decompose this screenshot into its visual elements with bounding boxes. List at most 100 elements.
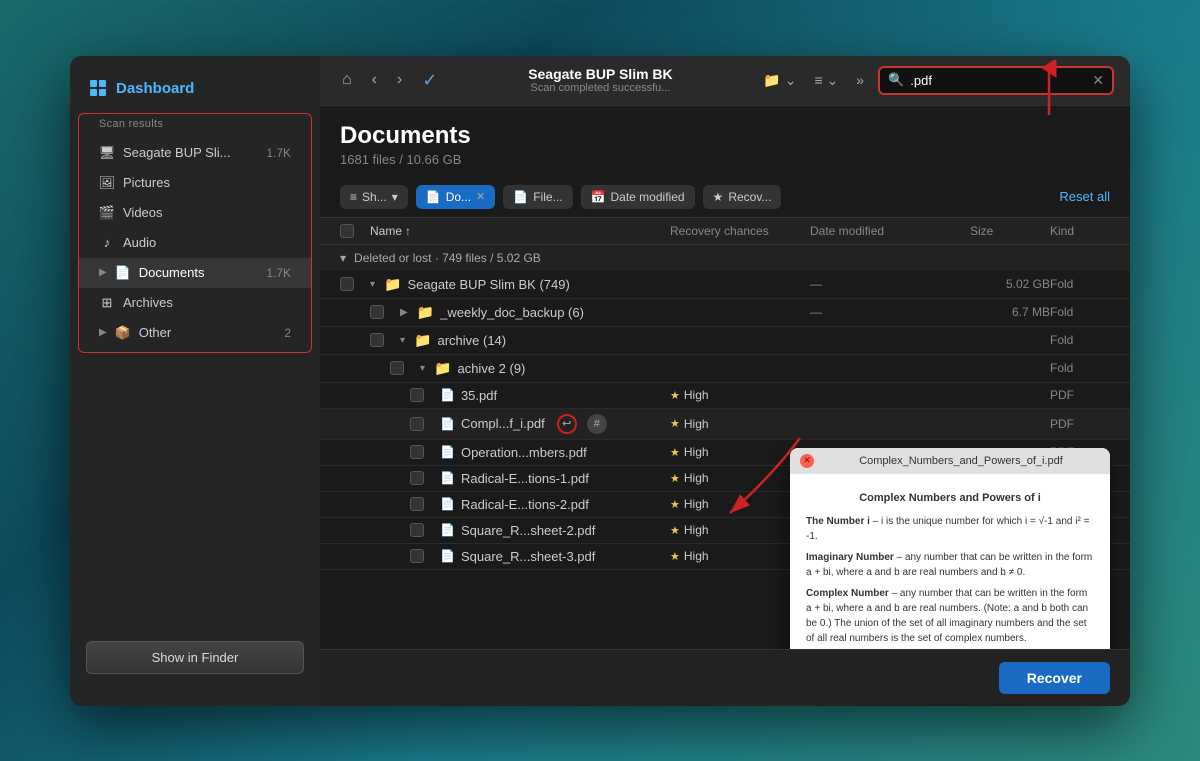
date-filter-button[interactable]: 📅 Date modified	[581, 185, 695, 209]
row-kind: Fold	[1050, 333, 1110, 347]
documents-filter-icon: 📄	[426, 190, 441, 204]
content-title: Documents	[340, 122, 1110, 150]
row-checkbox[interactable]	[370, 333, 384, 347]
header-checkbox[interactable]	[340, 224, 354, 238]
documents-filter-button[interactable]: 📄 Do... ✕	[416, 185, 496, 209]
sort-arrow: ↑	[405, 224, 411, 238]
hash-button[interactable]: #	[587, 414, 607, 434]
sidebar-item-videos[interactable]: 🎬 Videos	[79, 198, 311, 228]
table-row[interactable]: ▾ 📁 Seagate BUP Slim BK (749) — 5.02 GB …	[320, 271, 1130, 299]
dashboard-icon	[90, 80, 106, 96]
preview-p3: Complex Number – any number that can be …	[806, 586, 1094, 646]
col-chances[interactable]: Recovery chances	[670, 224, 810, 238]
row-name: 📄 Radical-E...tions-2.pdf	[440, 497, 670, 512]
star-icon: ★	[670, 472, 680, 485]
row-checkbox[interactable]	[390, 361, 404, 375]
sidebar-item-other[interactable]: ▶ 📦 Other 2	[79, 318, 311, 348]
row-checkbox[interactable]	[410, 417, 424, 431]
back-button[interactable]: ‹	[366, 67, 383, 93]
sidebar-item-audio[interactable]: ♪ Audio	[79, 228, 311, 258]
star-icon: ★	[670, 550, 680, 563]
show-filter-button[interactable]: ≡ Sh... ▾	[340, 185, 408, 209]
show-in-finder-button[interactable]: Show in Finder	[86, 641, 304, 674]
row-checkbox[interactable]	[410, 445, 424, 459]
row-expand-icon: ▶	[400, 307, 408, 318]
file-table: Name ↑ Recovery chances Date modified Si…	[320, 218, 1130, 649]
col-name[interactable]: Name ↑	[370, 224, 670, 238]
col-chances-label: Recovery chances	[670, 224, 769, 238]
folder-icon: 📁	[384, 276, 401, 293]
search-input[interactable]	[910, 73, 1086, 88]
row-chances: ★ High	[670, 523, 810, 537]
bottom-bar: Recover	[320, 649, 1130, 706]
file-filter-button[interactable]: 📄 File...	[503, 185, 572, 209]
reset-all-button[interactable]: Reset all	[1059, 189, 1110, 204]
row-checkbox[interactable]	[410, 388, 424, 402]
recovery-filter-button[interactable]: ★ Recov...	[703, 185, 782, 209]
drive-icon: 🖥	[99, 145, 115, 161]
preview-circle-button[interactable]: ↩	[557, 414, 577, 434]
row-kind: PDF	[1050, 417, 1110, 431]
preview-header: ✕ Complex_Numbers_and_Powers_of_i.pdf	[790, 448, 1110, 474]
sidebar-item-pictures[interactable]: 🖼 Pictures	[79, 168, 311, 198]
sidebar-item-seagate[interactable]: 🖥 Seagate BUP Sli... 1.7K	[79, 138, 311, 168]
row-chances: ★ High	[670, 549, 810, 563]
chances-label: High	[684, 445, 709, 459]
pdf-icon: 📄	[440, 417, 455, 431]
row-checkbox[interactable]	[340, 277, 354, 291]
dashboard-link[interactable]: Dashboard	[70, 72, 320, 113]
recover-button[interactable]: Recover	[999, 662, 1110, 694]
sidebar-item-pictures-label: Pictures	[123, 175, 170, 190]
chances-label: High	[684, 388, 709, 402]
col-kind-label: Kind	[1050, 224, 1074, 238]
row-name: 📄 Operation...mbers.pdf	[440, 445, 670, 460]
check-button[interactable]: ✓	[416, 66, 443, 95]
section-label: Deleted or lost · 749 files / 5.02 GB	[354, 251, 541, 265]
preview-close-button[interactable]: ✕	[800, 454, 814, 468]
drive-status: Scan completed successfu...	[451, 82, 749, 94]
row-checkbox[interactable]	[410, 549, 424, 563]
documents-icon: 📄	[115, 265, 131, 281]
table-row[interactable]: ▾ 📁 achive 2 (9) Fold	[320, 355, 1130, 383]
more-button[interactable]: »	[850, 68, 870, 92]
star-icon: ★	[670, 498, 680, 511]
forward-button[interactable]: ›	[391, 67, 408, 93]
home-button[interactable]: ⌂	[336, 67, 358, 93]
list-view-button[interactable]: ≡ ⌄	[808, 68, 844, 93]
table-row[interactable]: 📄 35.pdf ★ High PDF	[320, 383, 1130, 409]
col-size[interactable]: Size	[970, 224, 1050, 238]
table-row[interactable]: 📄 Compl...f_i.pdf ↩ # ★ High PDF	[320, 409, 1130, 440]
col-date[interactable]: Date modified	[810, 224, 970, 238]
documents-filter-close[interactable]: ✕	[476, 190, 485, 203]
sidebar-item-other-label: Other	[139, 325, 172, 340]
sidebar-item-documents-badge: 1.7K	[266, 266, 291, 280]
preview-p1-title: The Number i	[806, 516, 870, 527]
row-checkbox[interactable]	[410, 471, 424, 485]
folder-button[interactable]: 📁 ⌄	[757, 68, 802, 93]
col-kind[interactable]: Kind	[1050, 224, 1110, 238]
table-row[interactable]: ▾ 📁 archive (14) Fold	[320, 327, 1130, 355]
sidebar-item-seagate-label: Seagate BUP Sli...	[123, 145, 230, 160]
row-checkbox[interactable]	[370, 305, 384, 319]
main-content: ⌂ ‹ › ✓ Seagate BUP Slim BK Scan complet…	[320, 56, 1130, 706]
preview-popup: ✕ Complex_Numbers_and_Powers_of_i.pdf Co…	[790, 448, 1110, 649]
row-checkbox[interactable]	[410, 497, 424, 511]
row-name: 📄 35.pdf	[440, 388, 670, 403]
documents-filter-label: Do...	[446, 190, 471, 204]
folder-icon: 📁	[414, 332, 431, 349]
row-checkbox[interactable]	[410, 523, 424, 537]
toolbar: ⌂ ‹ › ✓ Seagate BUP Slim BK Scan complet…	[320, 56, 1130, 106]
pdf-icon: 📄	[440, 445, 455, 459]
show-filter-icon: ≡	[350, 190, 357, 204]
drive-name: Seagate BUP Slim BK	[451, 66, 749, 82]
row-name: ▾ 📁 achive 2 (9)	[420, 360, 670, 377]
table-row[interactable]: ▶ 📁 _weekly_doc_backup (6) — 6.7 MB Fold	[320, 299, 1130, 327]
row-kind: Fold	[1050, 277, 1110, 291]
search-box: 🔍 ✕	[878, 66, 1114, 95]
sidebar-item-documents[interactable]: ▶ 📄 Documents 1.7K	[79, 258, 311, 288]
row-date: —	[810, 305, 970, 319]
audio-icon: ♪	[99, 235, 115, 251]
row-size: 6.7 MB	[970, 305, 1050, 319]
sidebar-item-archives[interactable]: ⊞ Archives	[79, 288, 311, 318]
clear-search-button[interactable]: ✕	[1092, 72, 1104, 89]
